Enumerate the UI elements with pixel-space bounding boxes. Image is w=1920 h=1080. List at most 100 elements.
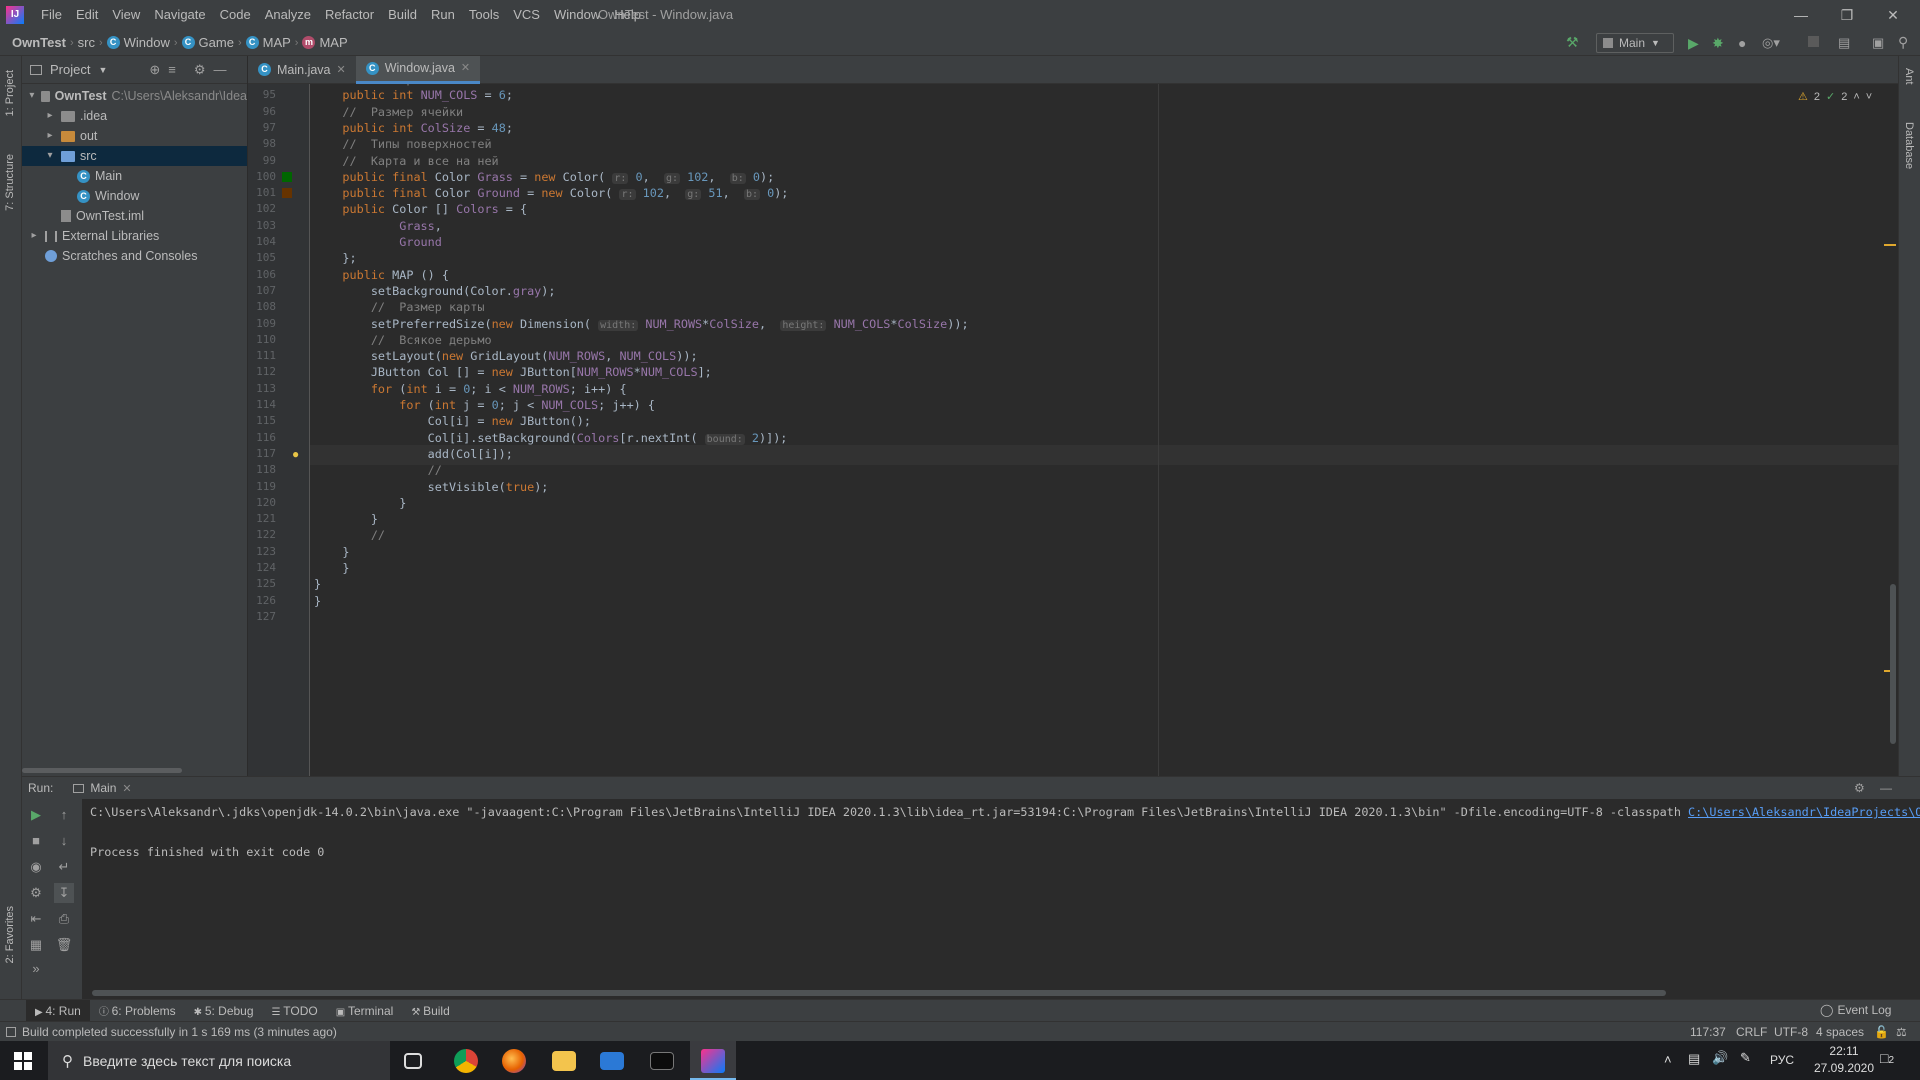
menu-tools[interactable]: Tools	[462, 0, 506, 30]
menu-edit[interactable]: Edit	[69, 0, 105, 30]
notification-center-icon[interactable]: □2	[1880, 1050, 1894, 1066]
network-icon[interactable]: ▤	[1688, 1051, 1700, 1067]
tree-item--idea[interactable]: ▸ .idea	[22, 106, 247, 126]
color-swatch-icon[interactable]	[282, 171, 292, 182]
code-editor[interactable]: 94 95 96 97 98 99 100 101 102 103 104 105 106 107 108 1…	[248, 84, 1898, 776]
stop-icon[interactable]: ■	[26, 831, 46, 851]
tool-tab-problems[interactable]: ⓘ 6: Problems	[90, 1000, 185, 1022]
search-icon[interactable]: ⚲	[1898, 34, 1908, 51]
pen-icon[interactable]: ✎	[1740, 1050, 1751, 1066]
tab-favorites-tool[interactable]: 2: Favorites	[4, 906, 16, 963]
soft-wrap-icon[interactable]: ↵	[54, 857, 74, 877]
breadcrumb-game[interactable]: C Game	[178, 30, 238, 56]
console-scrollbar[interactable]	[92, 990, 1666, 996]
classpath-link[interactable]: C:\Users\Aleksandr\IdeaProjects\O	[1688, 805, 1920, 819]
project-panel-title[interactable]: Project	[50, 62, 90, 77]
breadcrumb-project[interactable]: OwnTest	[8, 30, 70, 56]
tree-item-src[interactable]: ▾ src	[22, 146, 247, 166]
run-tab-main[interactable]: Main ✕	[73, 781, 132, 795]
tree-item-owntest-iml[interactable]: OwnTest.iml	[22, 206, 247, 226]
line-separator[interactable]: CRLF	[1736, 1025, 1767, 1039]
breadcrumb-map-class[interactable]: C MAP	[242, 30, 295, 56]
maximize-button[interactable]: ❐	[1824, 0, 1870, 30]
tree-item-scratches-and-consoles[interactable]: Scratches and Consoles	[22, 246, 247, 266]
intellij-logo-icon[interactable]: IJ	[6, 6, 24, 24]
menu-file[interactable]: File	[34, 0, 69, 30]
menu-view[interactable]: View	[105, 0, 147, 30]
tree-item-out[interactable]: ▸ out	[22, 126, 247, 146]
firefox-icon[interactable]	[502, 1049, 526, 1073]
task-view-icon[interactable]	[404, 1053, 422, 1069]
breadcrumb-window[interactable]: C Window	[103, 30, 174, 56]
menu-code[interactable]: Code	[213, 0, 258, 30]
hide-panel-icon[interactable]: —	[214, 62, 227, 77]
close-window-button[interactable]: ✕	[1870, 0, 1916, 30]
project-structure-icon[interactable]: ▤	[1838, 35, 1850, 51]
menu-vcs[interactable]: VCS	[506, 0, 547, 30]
volume-icon[interactable]: 🔊	[1712, 1050, 1728, 1066]
chevron-down-icon[interactable]: ˅	[1866, 91, 1872, 103]
tab-window-java[interactable]: C Window.java ✕	[355, 54, 481, 84]
chevron-up-icon[interactable]: ˄	[1853, 91, 1859, 103]
mail-icon[interactable]	[600, 1052, 624, 1070]
lock-icon[interactable]: 🔓	[1874, 1025, 1889, 1039]
horizontal-scrollbar[interactable]	[22, 768, 182, 773]
print-icon[interactable]: ⎙	[54, 909, 74, 929]
down-arrow-icon[interactable]: ↓	[54, 831, 74, 851]
breadcrumb-map-method[interactable]: m MAP	[298, 30, 351, 56]
breadcrumb-src[interactable]: src	[74, 30, 99, 56]
intellij-taskbar-item[interactable]	[690, 1041, 736, 1080]
stop-icon[interactable]	[1808, 36, 1819, 47]
trash-icon[interactable]: 🗑	[54, 935, 74, 955]
tree-item-window[interactable]: C Window	[22, 186, 247, 206]
expand-icon[interactable]: »	[26, 959, 46, 979]
locate-icon[interactable]: ⊕	[149, 62, 160, 78]
tab-ant[interactable]: Ant	[1903, 68, 1915, 85]
memory-icon[interactable]: ⚖	[1896, 1025, 1907, 1039]
menu-run[interactable]: Run	[424, 0, 462, 30]
collapse-all-icon[interactable]: ≡	[168, 62, 176, 77]
tool-tab-run[interactable]: ▶ 4: Run	[26, 999, 90, 1022]
tab-structure-tool[interactable]: 7: Structure	[4, 154, 16, 211]
debug-icon[interactable]: ✸	[1712, 35, 1724, 52]
menu-build[interactable]: Build	[381, 0, 424, 30]
tab-project-tool[interactable]: 1: Project	[4, 70, 16, 116]
clock-date[interactable]: 27.09.2020	[1806, 1061, 1882, 1075]
camera-icon[interactable]: ◉	[26, 857, 46, 877]
tool-tab-todo[interactable]: ☰ TODO	[263, 1000, 327, 1022]
chevron-down-icon[interactable]: ▾	[44, 146, 56, 166]
gear-icon[interactable]: ⚙	[1854, 781, 1865, 795]
build-hammer-icon[interactable]: ⚒	[1566, 34, 1579, 51]
windows-start-icon[interactable]	[14, 1052, 32, 1070]
layout-icon[interactable]: ▣	[1872, 35, 1884, 51]
color-swatch-icon[interactable]	[282, 188, 292, 199]
hide-panel-icon[interactable]: —	[1880, 781, 1892, 795]
caret-position[interactable]: 117:37	[1690, 1025, 1726, 1039]
indent-setting[interactable]: 4 spaces	[1816, 1025, 1864, 1039]
event-log-button[interactable]: ◯ Event Log	[1820, 1003, 1891, 1017]
restore-layout-icon[interactable]: ⚙	[26, 883, 46, 903]
file-explorer-icon[interactable]	[552, 1051, 576, 1071]
scroll-to-end-icon[interactable]: ↧	[54, 883, 74, 903]
tool-tab-build[interactable]: ⚒ Build	[402, 1000, 458, 1022]
chevron-right-icon[interactable]: ▸	[44, 126, 56, 146]
tool-tab-debug[interactable]: ✱ 5: Debug	[185, 1000, 263, 1022]
inspection-widget[interactable]: ⚠ 2 ✓ 2 ˄ ˅	[1798, 90, 1872, 104]
language-indicator[interactable]: РУС	[1770, 1053, 1794, 1067]
minimize-button[interactable]: —	[1778, 0, 1824, 30]
terminal-icon[interactable]	[650, 1052, 674, 1070]
taskbar-search[interactable]: ⚲ Введите здесь текст для поиска	[48, 1041, 390, 1080]
menu-refactor[interactable]: Refactor	[318, 0, 381, 30]
file-encoding[interactable]: UTF-8	[1774, 1025, 1808, 1039]
up-arrow-icon[interactable]: ↑	[54, 805, 74, 825]
tool-tab-terminal[interactable]: ▣ Terminal	[327, 1000, 403, 1022]
tree-item-main[interactable]: C Main	[22, 166, 247, 186]
status-message[interactable]: Build completed successfully in 1 s 169 …	[22, 1025, 337, 1039]
chevron-right-icon[interactable]: ▸	[28, 226, 40, 246]
gear-icon[interactable]: ⚙	[194, 62, 206, 78]
close-icon[interactable]: ✕	[337, 56, 346, 84]
tray-chevron-up-icon[interactable]: ˄	[1664, 1052, 1672, 1067]
profile-icon[interactable]: ◎▾	[1762, 35, 1780, 51]
close-icon[interactable]: ✕	[461, 54, 470, 82]
clock-time[interactable]: 22:11	[1818, 1044, 1870, 1058]
